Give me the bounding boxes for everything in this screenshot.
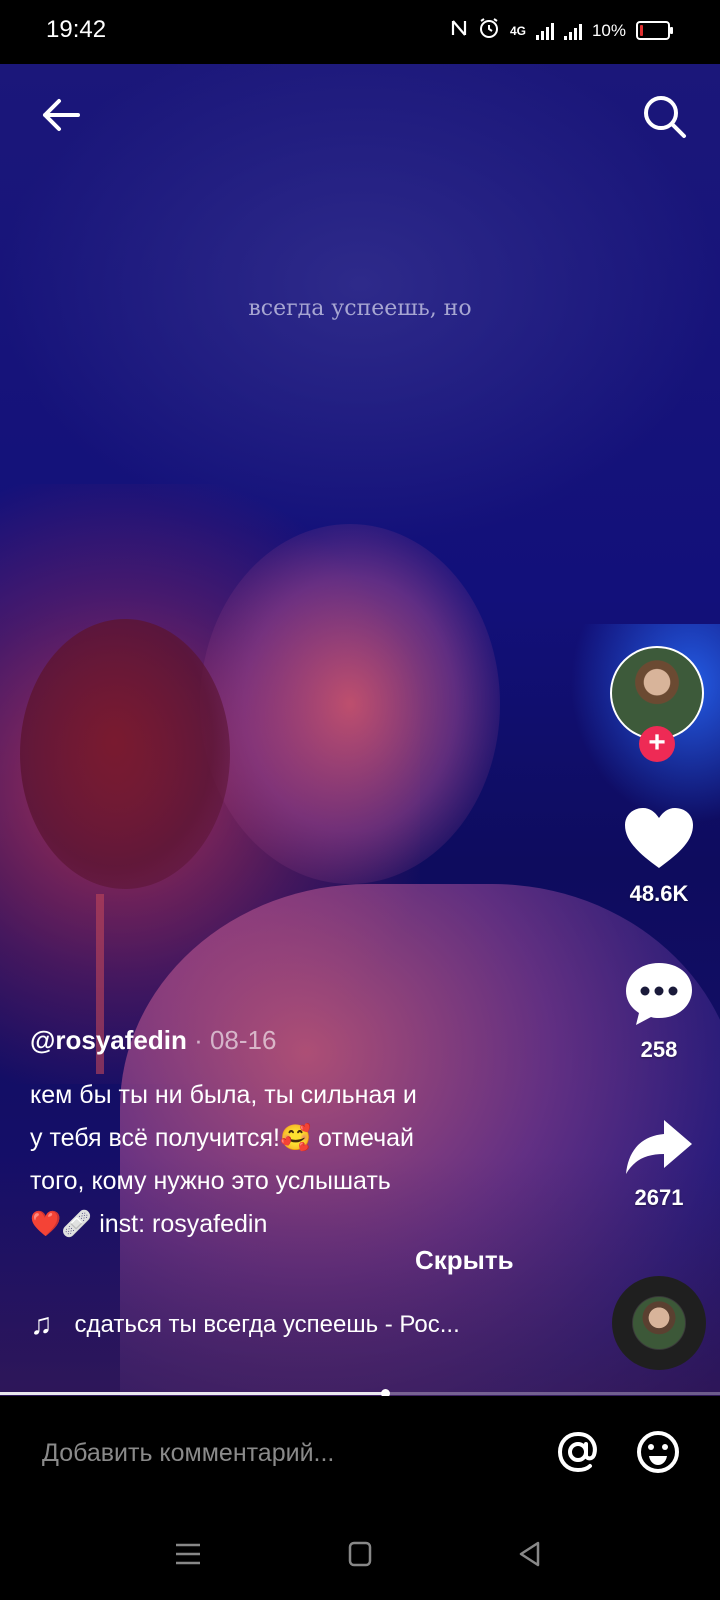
system-navigation-bar bbox=[0, 1508, 720, 1600]
music-title: сдаться ты всегда успеешь - Рос... bbox=[74, 1311, 460, 1338]
back-button[interactable] bbox=[38, 92, 84, 138]
at-sign-icon bbox=[557, 1431, 597, 1473]
date-separator: · bbox=[186, 1025, 210, 1055]
emoji-button[interactable] bbox=[634, 1428, 682, 1476]
comment-button[interactable]: 258 bbox=[600, 960, 718, 1063]
post-date: 08-16 bbox=[209, 1025, 277, 1055]
menu-icon bbox=[176, 1543, 200, 1565]
alarm-icon bbox=[478, 17, 500, 44]
back-nav-button[interactable] bbox=[512, 1536, 548, 1572]
author-avatar-button[interactable]: + bbox=[610, 646, 704, 762]
search-button[interactable] bbox=[640, 92, 690, 142]
music-disc-button[interactable] bbox=[612, 1276, 706, 1370]
author-line: @rosyafedin · 08-16 bbox=[30, 1025, 276, 1056]
caption-line: у тебя всё получится!🥰 отмечай bbox=[30, 1124, 414, 1152]
triangle-back-icon bbox=[519, 1541, 540, 1567]
share-button[interactable]: 2671 bbox=[600, 1118, 718, 1211]
follow-button[interactable]: + bbox=[639, 726, 675, 762]
video-scene-face bbox=[200, 524, 500, 884]
comment-bubble-icon bbox=[626, 963, 692, 1025]
home-nav-button[interactable] bbox=[342, 1536, 378, 1572]
caption-line: кем бы ты ни была, ты сильная и bbox=[30, 1081, 417, 1109]
music-disc-cover bbox=[633, 1297, 685, 1349]
caption-line: того, кому нужно это услышать bbox=[30, 1167, 391, 1195]
music-track[interactable]: ♫ сдаться ты всегда успеешь - Рос... bbox=[30, 1308, 460, 1342]
battery-percentage: 10% bbox=[591, 20, 626, 40]
mention-button[interactable] bbox=[554, 1428, 602, 1476]
video-progress-bar[interactable] bbox=[0, 1389, 720, 1398]
square-home-icon bbox=[348, 1541, 372, 1567]
signal-icon-2 bbox=[563, 22, 582, 40]
status-icons: 4G 10% bbox=[450, 17, 673, 44]
battery-icon bbox=[636, 21, 673, 40]
status-bar: 19:42 4G 10% bbox=[0, 0, 720, 64]
heart-icon bbox=[625, 808, 693, 868]
video-scene-microphone bbox=[20, 619, 230, 889]
caption: кем бы ты ни была, ты сильная и у тебя в… bbox=[30, 1074, 510, 1246]
music-note-icon: ♫ bbox=[30, 1308, 53, 1341]
comment-bar bbox=[0, 1396, 720, 1508]
like-count: 48.6K bbox=[629, 881, 689, 906]
hide-caption-button[interactable]: Скрыть bbox=[415, 1245, 514, 1276]
share-count: 2671 bbox=[634, 1185, 684, 1210]
comment-count: 258 bbox=[640, 1037, 678, 1062]
caption-line: ❤️🩹 inst: rosyafedin bbox=[30, 1210, 268, 1238]
video-progress-fill bbox=[0, 1392, 386, 1395]
search-icon bbox=[644, 96, 686, 138]
like-button[interactable]: 48.6K bbox=[600, 806, 718, 907]
emoji-icon bbox=[637, 1431, 679, 1473]
lyric-overlay: всегда успеешь, но bbox=[248, 296, 472, 321]
signal-icon bbox=[535, 22, 554, 40]
status-time: 19:42 bbox=[46, 16, 107, 43]
nfc-icon bbox=[450, 18, 468, 43]
network-type: 4G bbox=[509, 23, 526, 38]
share-arrow-icon bbox=[626, 1120, 692, 1174]
author-username[interactable]: @rosyafedin bbox=[30, 1025, 187, 1055]
menu-nav-button[interactable] bbox=[170, 1536, 206, 1572]
comment-input[interactable] bbox=[40, 1432, 504, 1474]
arrow-left-icon bbox=[43, 99, 80, 131]
